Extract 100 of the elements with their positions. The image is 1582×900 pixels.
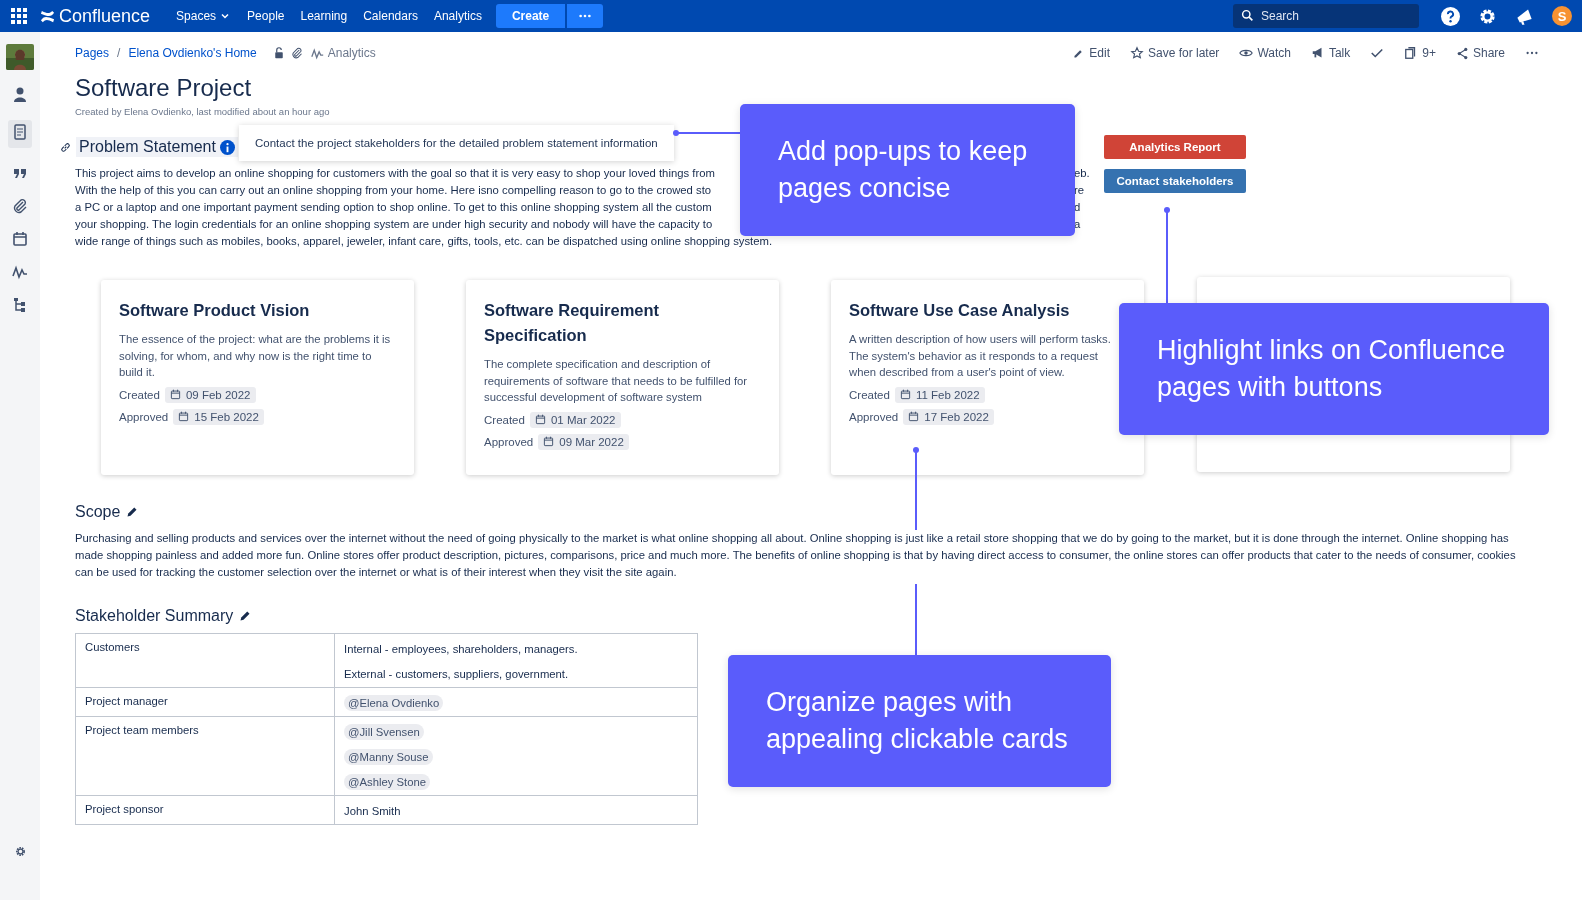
tooltip-popup: Contact the project stakeholders for the detailed problem statement information	[239, 125, 674, 161]
page-card[interactable]	[466, 280, 779, 475]
date-chip: 09 Mar 2022	[538, 433, 629, 450]
user-mention[interactable]: @Elena Ovdienko	[344, 695, 444, 711]
paragraph-fragment: d	[1074, 200, 1081, 215]
date-label: Approved	[484, 435, 534, 448]
nav-link[interactable]: Analytics	[425, 9, 490, 23]
table-cell: Project sponsor	[75, 795, 335, 825]
table-cell: Project manager	[75, 687, 335, 717]
star-action[interactable]: Save for later	[1130, 46, 1220, 60]
confluence-logo[interactable]: Confluence	[59, 5, 151, 27]
calendar-icon	[899, 389, 911, 400]
pages-action[interactable]: 9+	[1404, 46, 1436, 60]
date-label: Approved	[119, 410, 169, 423]
check-icon	[1370, 46, 1385, 60]
link-button[interactable]: Analytics Report	[1104, 135, 1246, 159]
page-byline: Created by Elena Ovdienko, last modified about an hour ago	[75, 106, 331, 117]
date-label: Approved	[849, 410, 899, 423]
analytics-icon	[12, 264, 28, 280]
hierarchy-icon	[12, 297, 28, 313]
callout-text: Add pop-ups to keep	[778, 135, 1029, 168]
create-button[interactable]: Create	[495, 4, 566, 28]
section-heading: Problem Statement	[76, 137, 238, 157]
callout-text: pages with buttons	[1157, 371, 1384, 404]
card-title: Software Requirement Specification	[484, 300, 661, 346]
app-grid-icon	[10, 7, 28, 25]
callout-text: Organize pages with	[766, 686, 1014, 719]
eye-action[interactable]: Watch	[1239, 46, 1291, 60]
date-chip: 15 Feb 2022	[173, 408, 264, 425]
date-label: Created	[484, 413, 525, 426]
user-mention[interactable]: @Manny Souse	[344, 749, 433, 765]
date-chip: 11 Feb 2022	[894, 386, 985, 403]
date-chip: 17 Feb 2022	[903, 408, 994, 425]
cell-text: John Smith	[344, 805, 401, 817]
paragraph-line: wide range of things such as mobiles, books, apparel, jeweler, infant care, gifts, tools, etc. can be dispatched using online shopping system.	[75, 234, 773, 249]
pencil-icon	[239, 610, 252, 622]
share-icon	[1455, 46, 1469, 60]
card-description: The essence of the project: what are the problems it is solving, for whom, and why now is the right time to build it.	[119, 332, 392, 380]
date-chip: 09 Feb 2022	[164, 386, 256, 403]
table-cell: Project team members	[75, 716, 335, 796]
paragraph-fragment: re	[1074, 183, 1085, 198]
star-icon	[1130, 46, 1144, 60]
breadcrumb-separator: /	[117, 46, 121, 60]
edit-action[interactable]: Edit	[1072, 46, 1110, 60]
paragraph-line: a PC or a laptop and one important payment sending option to shop online. To get to this online shopping system all the custom	[75, 200, 712, 215]
breadcrumb-link[interactable]: Elena Ovdienko's Home	[128, 46, 257, 60]
callout-text: pages concise	[778, 172, 952, 205]
share-action[interactable]: Share	[1455, 46, 1505, 60]
check-action[interactable]	[1370, 46, 1385, 60]
settings-icon	[13, 845, 27, 858]
pages-nav[interactable]	[8, 120, 32, 148]
user-mention[interactable]: @Ashley Stone	[344, 774, 431, 790]
paperclip-icon	[290, 47, 303, 59]
calendar-icon	[534, 414, 546, 425]
analytics-link[interactable]: Analytics	[310, 46, 376, 60]
callout-text: appealing clickable cards	[766, 723, 1069, 756]
calendar-icon	[178, 411, 190, 422]
nav-link[interactable]: Learning	[292, 9, 356, 23]
card-description: A written description of how users will perform tasks. The system's behavior as it responds to a request when described from a user's point of view.	[849, 332, 1112, 380]
page-icon	[12, 124, 28, 140]
megaphone-icon	[1310, 46, 1325, 60]
calendar-icon	[908, 411, 920, 422]
card-title: Software Use Case Analysis	[849, 300, 1071, 321]
page-card[interactable]: Software Product Vision The essence of the project: what are the problems it is solving, for whom, and why now is the right time to build it. Created 09 Feb 2022 Approved 15 Feb 2022	[101, 280, 414, 475]
paragraph-line: your shopping. The login credentials for an online shopping system are under high security and nobody will have the capacity to	[75, 217, 713, 232]
calendar-icon	[12, 231, 28, 247]
date-chip: 01 Mar 2022	[529, 411, 621, 428]
callout-text: Highlight links on Confluence	[1157, 334, 1507, 367]
cell-text: External - customers, suppliers, government.	[344, 668, 569, 680]
search-icon	[1241, 9, 1254, 22]
card-title: Software Product Vision	[119, 300, 311, 321]
page-title: Software Project	[75, 74, 253, 103]
link-button[interactable]: Contact stakeholders	[1104, 169, 1246, 193]
paragraph-line: This project aims to develop an online shopping for customers with the goal so that it is very easy to shop your loved things from	[75, 166, 715, 181]
pencil-icon	[126, 506, 139, 518]
info-icon	[219, 139, 235, 155]
search-field[interactable]: Search	[1233, 4, 1419, 28]
paperclip-icon	[12, 198, 28, 214]
help-icon	[1441, 6, 1460, 26]
breadcrumb-link[interactable]: Pages	[75, 46, 110, 60]
paragraph-fragment: eb.	[1074, 166, 1090, 181]
section-heading: Stakeholder Summary	[75, 607, 234, 625]
more-button[interactable]	[567, 4, 604, 28]
user-mention[interactable]: @Jill Svensen	[344, 724, 424, 740]
paragraph-line: With the help of this you can carry out an online shopping from your home. Here isno compelling reason to go to the crowed sto	[75, 183, 712, 198]
settings-icon	[1478, 6, 1497, 26]
calendar-icon	[169, 389, 181, 400]
cell-text: Internal - employees, shareholders, managers.	[344, 643, 578, 655]
nav-link[interactable]: People	[239, 9, 293, 23]
nav-link[interactable]: Spaces	[168, 9, 240, 23]
unlock-icon	[272, 47, 285, 59]
confluence-logo-icon	[40, 8, 55, 24]
calendar-icon	[543, 436, 555, 447]
person-icon	[12, 87, 28, 103]
section-heading: Scope	[75, 503, 121, 521]
nav-link[interactable]: Calendars	[355, 9, 426, 23]
megaphone-action[interactable]: Talk	[1310, 46, 1351, 60]
date-label: Created	[849, 388, 890, 401]
analytics-icon	[310, 46, 324, 60]
page-card[interactable]	[831, 280, 1144, 475]
